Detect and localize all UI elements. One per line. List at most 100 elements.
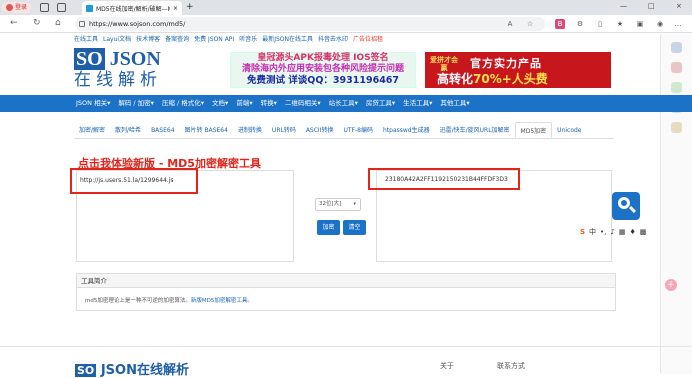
- tool-intro-panel: 工具简介 md5加密理论上是一种不可逆的加密算法。新版MD5加密解密工具。: [76, 273, 616, 311]
- sogou-icon[interactable]: S: [580, 228, 585, 236]
- browser-sidebar: [660, 34, 692, 374]
- logo-json: JSON: [109, 48, 161, 70]
- favorites-icon[interactable]: ★: [615, 19, 625, 29]
- panel-desc: md5加密理论上是一种不可逆的加密算法。: [85, 298, 191, 304]
- bit-length-select[interactable]: 32位[大] ▾: [315, 198, 361, 211]
- extension-icon[interactable]: B: [555, 19, 565, 29]
- close-window-button[interactable]: ×: [676, 2, 682, 10]
- tab-hash[interactable]: 散列/哈希: [110, 122, 146, 138]
- top-links: 在线工具 Layui文档 技术博客 备案查询 免费 JSON API 听音乐 最新JSON在…: [74, 34, 388, 43]
- output-value: 23180A42A2FF1192150231B44FFDF3D3: [385, 176, 508, 183]
- refresh-icon[interactable]: ↻: [33, 18, 41, 28]
- office-sidebar-icon[interactable]: [671, 122, 682, 133]
- footer-divider: [0, 346, 692, 347]
- avatar: [6, 4, 13, 11]
- nav-life[interactable]: 生活工具▾: [403, 95, 432, 112]
- toplink-music[interactable]: 听音乐: [239, 36, 257, 43]
- tools-sidebar-icon[interactable]: [671, 82, 682, 93]
- search-sidebar-icon[interactable]: [671, 42, 682, 53]
- mic-icon[interactable]: ♪: [610, 228, 614, 236]
- split-screen-icon[interactable]: ▯: [595, 19, 605, 29]
- tab-base64[interactable]: BASE64: [146, 122, 179, 138]
- profile-icon[interactable]: ◉: [655, 19, 665, 29]
- tab-url-encode[interactable]: URL转码: [267, 122, 301, 138]
- toplink-tools[interactable]: 在线工具: [74, 36, 98, 43]
- encrypt-button[interactable]: 加密: [317, 220, 340, 235]
- footer-contact[interactable]: 联系方式: [497, 361, 525, 371]
- nav-other[interactable]: 其他工具▾: [440, 95, 469, 112]
- tab-encrypt-decrypt[interactable]: 加密/解密: [74, 122, 110, 138]
- toplink-douyin[interactable]: 抖音去水印: [318, 36, 348, 43]
- ad1-line1: 皇冠源头APK报毒处理 IOS签名: [257, 53, 389, 63]
- toplink-layui[interactable]: Layui文档: [103, 36, 131, 43]
- tab-utf8[interactable]: UTF-8编码: [338, 122, 378, 138]
- nav-webmaster[interactable]: 站长工具▾: [329, 95, 358, 112]
- home-icon[interactable]: ⌂: [55, 18, 61, 28]
- back-icon[interactable]: ←: [10, 18, 18, 28]
- ad2-line1: 官方实力产品: [470, 57, 542, 70]
- nav-json[interactable]: JSON 相关▾: [76, 95, 110, 112]
- workspaces-icon[interactable]: [40, 3, 49, 12]
- maximize-button[interactable]: □: [648, 2, 655, 10]
- new-tab-button[interactable]: +: [186, 2, 194, 12]
- profile-button[interactable]: 登录: [2, 2, 32, 13]
- select-value: 32位[大]: [319, 201, 342, 207]
- nav-frontend[interactable]: 前端▾: [236, 95, 252, 112]
- panel-title: 工具简介: [77, 274, 615, 288]
- ad1-line2: 清除海内外应用安装包各种风险提示问题: [241, 64, 404, 74]
- tab-radix[interactable]: 进制转换: [233, 122, 267, 138]
- nav-decode[interactable]: 解码 / 加密▾: [118, 95, 154, 112]
- browser-tab-bar: 登录 MD5在线加密/解析/破解—MD5...× + — □ ×: [0, 0, 692, 15]
- site-logo[interactable]: SO JSON 在线解析: [74, 48, 174, 90]
- close-tab-icon[interactable]: ×: [173, 5, 178, 12]
- collections-icon[interactable]: ▣: [635, 19, 645, 29]
- ad-banner-official[interactable]: 爱拼才会赢 官方实力产品 高转化70%+人头费: [425, 52, 611, 88]
- logo-tagline: 在线解析: [74, 70, 162, 90]
- toplink-beian[interactable]: 备案查询: [165, 36, 189, 43]
- footer-logo-so: SO: [75, 364, 97, 377]
- clear-button[interactable]: 清空: [343, 220, 366, 235]
- minimize-button[interactable]: —: [620, 2, 627, 10]
- nav-compress[interactable]: 压缩 / 格式化▾: [162, 95, 204, 112]
- add-icon[interactable]: +: [665, 279, 677, 291]
- more-menu-icon[interactable]: …: [673, 19, 683, 29]
- tab-image-base64[interactable]: 图片转 BASE64: [180, 122, 233, 138]
- punctuation-icon[interactable]: •,: [600, 228, 606, 236]
- toplink-blog[interactable]: 技术博客: [136, 36, 160, 43]
- toplink-api[interactable]: 免费 JSON API: [194, 36, 234, 43]
- keyboard-icon[interactable]: ▦: [619, 228, 626, 236]
- ad-banner-apk[interactable]: 皇冠源头APK报毒处理 IOS签名 清除海内外应用安装包各种风险提示问题 免费测…: [230, 52, 416, 88]
- panel-link[interactable]: 新版MD5加密解密工具。: [191, 298, 253, 304]
- toplink-new-tools[interactable]: 最新JSON在线工具: [262, 36, 313, 43]
- nav-mortgage[interactable]: 房贷工具▾: [366, 95, 395, 112]
- favorite-star-icon[interactable]: ☆: [525, 19, 535, 29]
- tab-unicode[interactable]: Unicode: [552, 122, 586, 138]
- toplink-ad[interactable]: 广告位招租: [353, 36, 383, 43]
- grid-icon[interactable]: ▩: [640, 228, 647, 236]
- nav-docs[interactable]: 文档▾: [212, 95, 228, 112]
- ad2-line2b: 70%+人头费: [473, 72, 548, 86]
- ime-mode-icon[interactable]: 中: [589, 227, 596, 237]
- skin-icon[interactable]: ♦: [630, 228, 636, 236]
- address-bar-row: ← ↻ ⌂ https://www.sojson.com/md5/ A ☆ B …: [0, 15, 692, 33]
- tab-htpasswd[interactable]: htpasswd生成器: [378, 122, 435, 138]
- search-fab[interactable]: [612, 192, 640, 220]
- lock-icon: [79, 21, 85, 27]
- main-nav: JSON 相关▾ 解码 / 加密▾ 压缩 / 格式化▾ 文档▾ 前端▾ 转换▾ …: [0, 95, 692, 112]
- nav-convert[interactable]: 转换▾: [261, 95, 277, 112]
- tab-md5[interactable]: MD5加密: [514, 122, 553, 138]
- tab-thunder-url[interactable]: 迅雷/快车/旋风URL加解密: [435, 122, 515, 138]
- tab-ascii[interactable]: ASCII转换: [301, 122, 339, 138]
- url-input[interactable]: https://www.sojson.com/md5/: [75, 17, 545, 31]
- ime-toolbar: S 中 •, ♪ ▦ ♦ ▩: [580, 226, 688, 238]
- settings-extension-icon[interactable]: ⚙: [575, 19, 585, 29]
- read-aloud-icon[interactable]: A: [505, 19, 515, 29]
- logo-so: SO: [74, 48, 105, 70]
- footer-about[interactable]: 关于: [440, 361, 454, 371]
- tab-actions-icon[interactable]: [57, 3, 66, 12]
- tab-title: MD5在线加密/解析/破解—MD5...: [96, 5, 170, 13]
- tab-md5[interactable]: MD5在线加密/解析/破解—MD5...×: [82, 1, 182, 15]
- ad1-line3: 免费测试 详谈QQ：3931196467: [246, 75, 400, 86]
- shopping-sidebar-icon[interactable]: [671, 62, 682, 73]
- nav-qrcode[interactable]: 二维码相关▾: [285, 95, 321, 112]
